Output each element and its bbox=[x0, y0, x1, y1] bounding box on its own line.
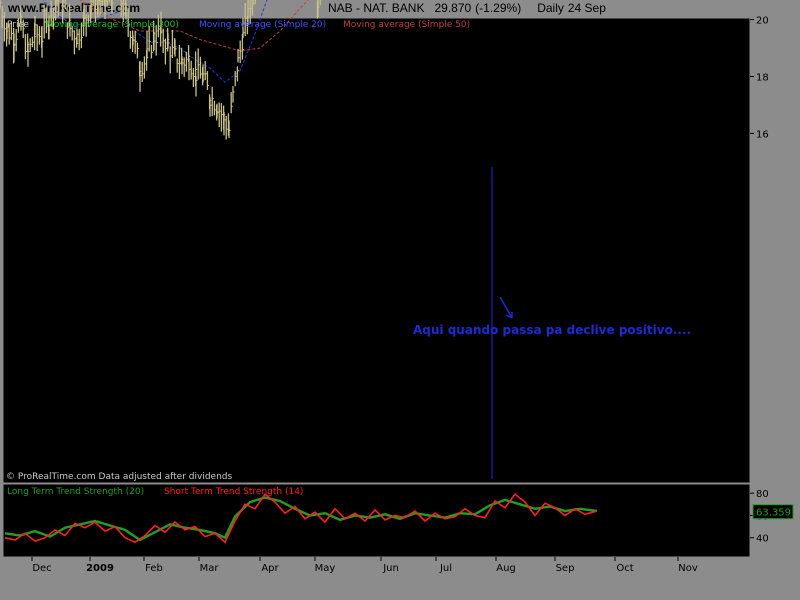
y-tick-label: 20 bbox=[756, 16, 769, 27]
legend-lt-trend: Long Term Trend Strength (20) bbox=[7, 487, 144, 497]
ind-value-label: 63.359 bbox=[756, 508, 791, 519]
legend-price: Price bbox=[7, 20, 29, 30]
legend-st-trend: Short Term Trend Strength (14) bbox=[164, 487, 303, 497]
x-tick-label: 2009 bbox=[86, 563, 114, 574]
x-tick-label: Dec bbox=[32, 563, 51, 574]
x-tick-label: Aug bbox=[496, 563, 516, 574]
y-tick-label: 18 bbox=[756, 73, 769, 84]
x-tick-label: Mar bbox=[200, 563, 220, 574]
x-tick-label: Apr bbox=[261, 563, 279, 574]
copyright-footer: © ProRealTime.com Data adjusted after di… bbox=[6, 472, 232, 482]
ind-y-tick-label: 40 bbox=[756, 534, 769, 545]
legend-ma200: Moving average (Simple 200) bbox=[46, 20, 179, 30]
x-tick-label: Jul bbox=[439, 563, 452, 574]
x-tick-label: Feb bbox=[145, 563, 163, 574]
x-tick-label: May bbox=[315, 563, 336, 574]
y-tick-label: 16 bbox=[756, 129, 769, 140]
legend-ma20: Moving average (Simple 20) bbox=[199, 20, 326, 30]
x-tick-label: Nov bbox=[678, 563, 698, 574]
stock-chart[interactable]: 1618202224262829.87028.73326.64221.96840… bbox=[0, 0, 800, 600]
ind-y-tick-label: 80 bbox=[756, 489, 769, 500]
legend-ma50: Moving average (Simple 50) bbox=[343, 20, 470, 30]
x-tick-label: Jun bbox=[382, 563, 399, 574]
x-tick-label: Oct bbox=[616, 563, 633, 574]
annotation-text: Aqui quando passa pa declive positivo...… bbox=[413, 323, 691, 337]
x-tick-label: Sep bbox=[556, 563, 575, 574]
price-panel bbox=[2, 17, 751, 484]
